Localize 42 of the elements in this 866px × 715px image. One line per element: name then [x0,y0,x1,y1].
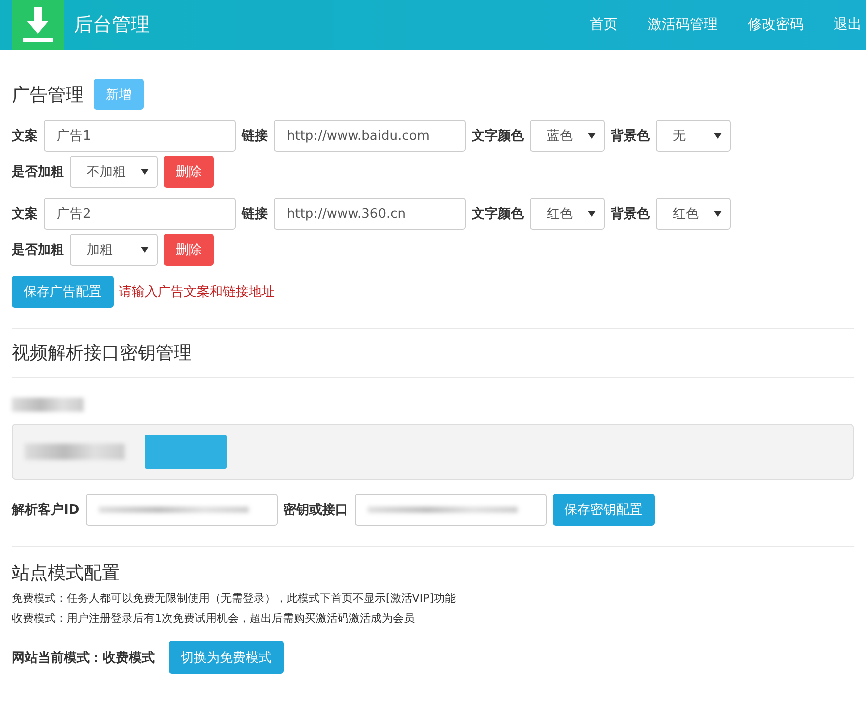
mode-description: 收费模式：用户注册登录后有1次免费试用机会，超出后需购买激活码激活成为会员 [12,611,416,627]
blurred-label [12,398,84,412]
delete-button[interactable]: 删除 [164,234,214,266]
download-icon [23,7,53,43]
caret-icon [588,211,596,217]
dropdown[interactable]: 红色 [656,198,731,230]
dropdown[interactable]: 蓝色 [530,120,605,152]
field-label: 链接 [242,206,268,223]
input-field[interactable]: 广告2 [44,198,236,230]
dropdown[interactable]: 无 [656,120,731,152]
field-label: 文案 [12,206,38,223]
input-field[interactable]: http://www.360.cn [274,198,466,230]
dropdown[interactable]: 加粗 [70,234,158,266]
input-field[interactable]: http://www.baidu.com [274,120,466,152]
dropdown[interactable]: 不加粗 [70,156,158,188]
caret-icon [714,133,722,139]
section-title: 站点模式配置 [12,562,121,585]
section-title: 视频解析接口密钥管理 [12,342,193,365]
dropdown[interactable]: 红色 [530,198,605,230]
caret-icon [141,169,149,175]
field-label: 是否加粗 [12,164,64,181]
input-field[interactable] [354,494,547,526]
field-label: 背景色 [611,206,650,223]
field-label: 文字颜色 [472,206,524,223]
field-label: 背景色 [611,128,650,145]
caret-icon [588,133,596,139]
field-label: 是否加粗 [12,242,64,259]
mode-description: 免费模式：任务人都可以免费无限制使用（无需登录），此模式下首页不显示[激活VIP]功能 [12,591,457,607]
caret-icon [141,247,149,253]
hint-text: 请输入广告文案和链接地址 [119,284,275,301]
field-label: 链接 [242,128,268,145]
input-field[interactable] [86,494,278,526]
delete-button[interactable]: 删除 [164,156,214,188]
current-mode-text: 网站当前模式：收费模式 [12,650,155,666]
field-label: 文案 [12,128,38,145]
section-title: 广告管理 [12,84,84,106]
app-title: 后台管理 [74,13,150,38]
caret-icon [714,211,722,217]
field-label: 解析客户ID [12,502,80,519]
field-label: 密钥或接口 [284,502,349,519]
field-label: 文字颜色 [472,128,524,145]
input-field[interactable]: 广告1 [44,120,236,152]
